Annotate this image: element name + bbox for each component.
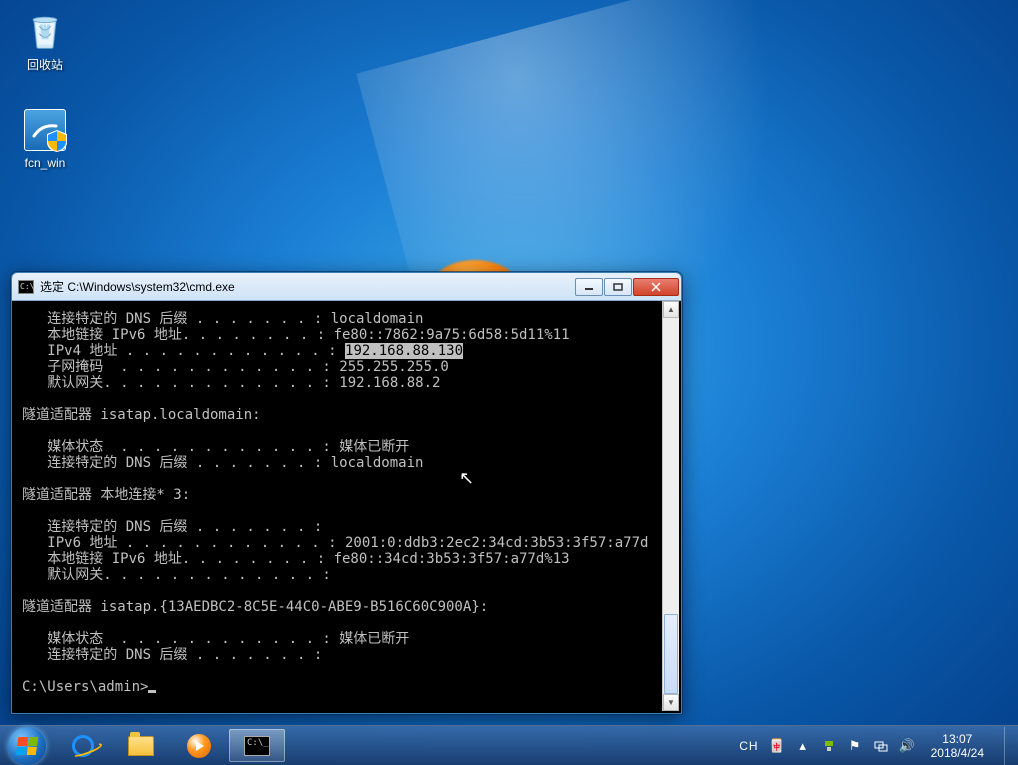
system-tray: CH 🀄 ▴ ⚑ 🔊 13:07 2018/4/24 [739, 726, 1018, 765]
start-button[interactable] [0, 726, 54, 765]
uac-shield-icon [47, 130, 67, 152]
cmd-window[interactable]: C:\ 选定 C:\Windows\system32\cmd.exe 连接特定的… [11, 272, 682, 714]
action-center-icon[interactable]: ⚑ [847, 738, 863, 754]
cmd-titlebar[interactable]: C:\ 选定 C:\Windows\system32\cmd.exe [12, 273, 681, 301]
cmd-scrollbar[interactable]: ▲ ▼ [662, 301, 679, 711]
scroll-down-button[interactable]: ▼ [663, 694, 679, 711]
cmd-lines-pre: 连接特定的 DNS 后缀 . . . . . . . : localdomain… [22, 311, 570, 359]
close-button[interactable] [633, 278, 679, 296]
cmd-prompt: C:\Users\admin> [22, 679, 148, 695]
network-icon[interactable] [873, 738, 889, 754]
taskbar-pin-ie[interactable] [55, 729, 111, 762]
file-explorer-icon [126, 733, 156, 759]
safely-remove-icon[interactable] [821, 738, 837, 754]
maximize-button[interactable] [604, 278, 632, 296]
taskbar: C:\_ CH 🀄 ▴ ⚑ 🔊 13:07 2018/4/24 [0, 725, 1018, 765]
taskbar-clock[interactable]: 13:07 2018/4/24 [925, 732, 990, 760]
internet-explorer-icon [68, 733, 98, 759]
cmd-titlebar-icon: C:\ [18, 280, 34, 294]
cmd-highlighted-ip: 192.168.88.130 [345, 343, 463, 359]
clock-time: 13:07 [931, 732, 984, 746]
desktop-icon-label: 回收站 [8, 56, 82, 73]
media-player-icon [184, 733, 214, 759]
recycle-bin-icon [21, 6, 69, 54]
desktop-icon-fcn-win[interactable]: fcn_win [8, 106, 82, 170]
cmd-cursor [148, 690, 156, 693]
scroll-track[interactable] [663, 318, 679, 694]
windows-logo-icon [8, 727, 46, 765]
desktop-icon-recycle-bin[interactable]: 回收站 [8, 6, 82, 73]
fcn-app-icon [21, 106, 69, 154]
cmd-icon: C:\_ [242, 733, 272, 759]
show-desktop-button[interactable] [1004, 727, 1014, 765]
scroll-thumb[interactable] [664, 614, 678, 694]
language-indicator[interactable]: CH [739, 739, 758, 753]
cmd-lines-post: 子网掩码 . . . . . . . . . . . . : 255.255.2… [22, 359, 648, 663]
chevron-up-icon[interactable]: ▴ [795, 738, 811, 754]
cmd-window-title: 选定 C:\Windows\system32\cmd.exe [40, 278, 575, 295]
clock-date: 2018/4/24 [931, 746, 984, 760]
taskbar-pin-explorer[interactable] [113, 729, 169, 762]
taskbar-item-cmd[interactable]: C:\_ [229, 729, 285, 762]
scroll-up-button[interactable]: ▲ [663, 301, 679, 318]
ime-icon[interactable]: 🀄 [769, 738, 785, 754]
desktop-icon-label: fcn_win [8, 156, 82, 170]
volume-icon[interactable]: 🔊 [899, 738, 915, 754]
cmd-output[interactable]: 连接特定的 DNS 后缀 . . . . . . . : localdomain… [14, 301, 662, 711]
minimize-button[interactable] [575, 278, 603, 296]
cmd-body: 连接特定的 DNS 后缀 . . . . . . . : localdomain… [14, 301, 679, 711]
taskbar-pin-wmp[interactable] [171, 729, 227, 762]
